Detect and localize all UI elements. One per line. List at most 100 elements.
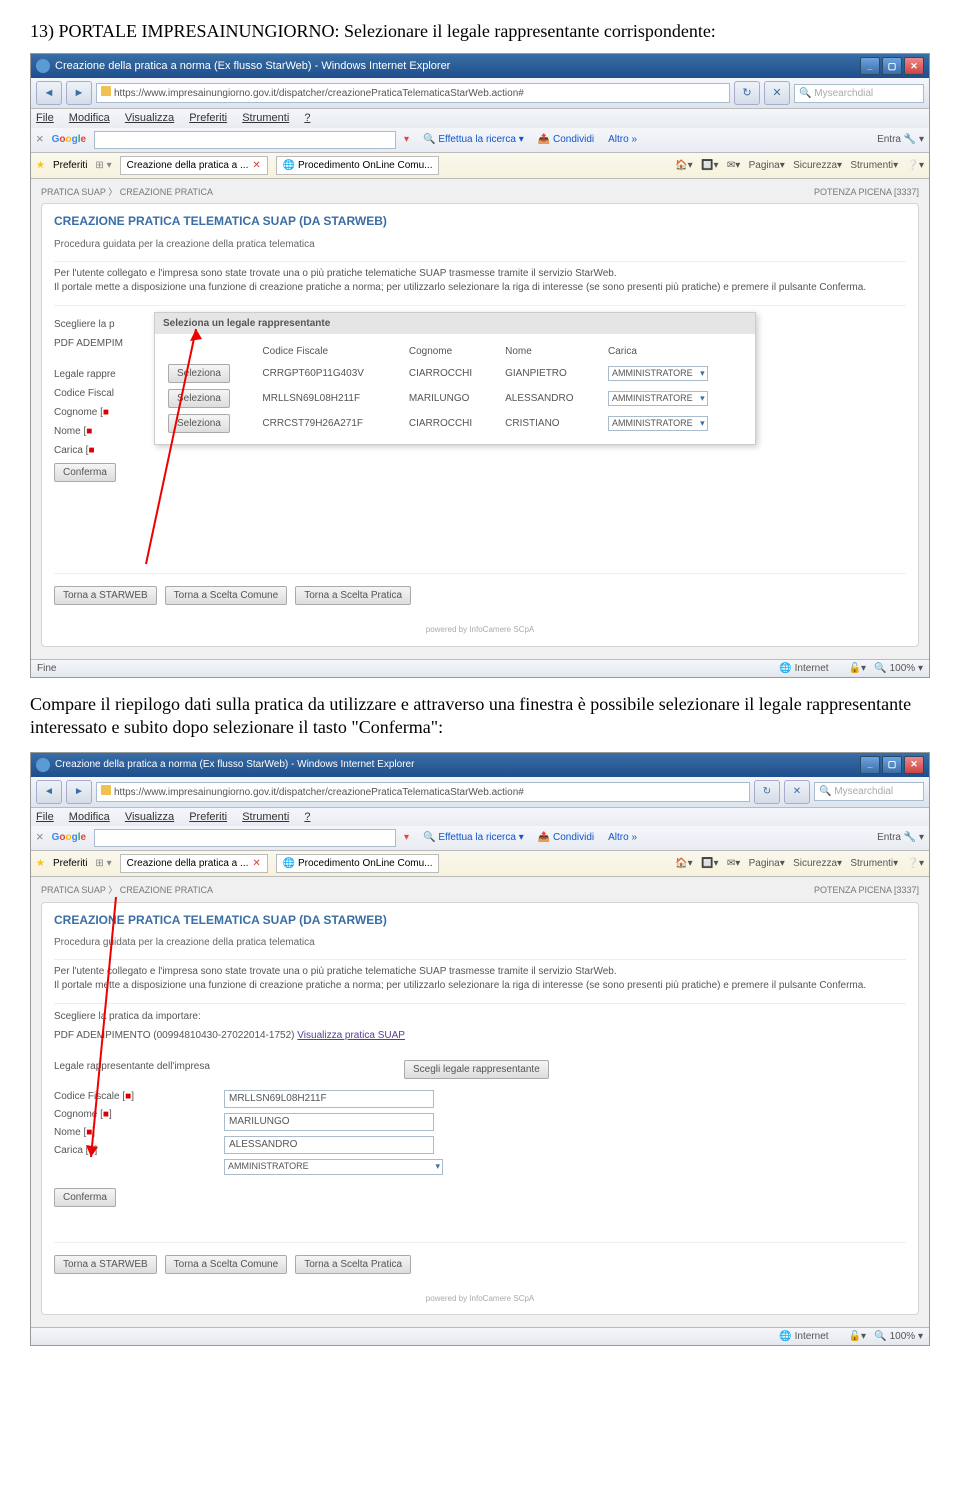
maximize-button[interactable]: ▢ bbox=[882, 57, 902, 75]
menu-modifica[interactable]: Modifica bbox=[69, 112, 110, 124]
screenshot-1: Creazione della pratica a norma (Ex flus… bbox=[30, 53, 930, 677]
cognome-input[interactable]: MARILUNGO bbox=[224, 1113, 434, 1131]
zoom-level[interactable]: 100% bbox=[890, 663, 916, 674]
close-button[interactable]: ✕ bbox=[904, 57, 924, 75]
select-rappresentante-modal: Seleziona un legale rappresentante Codic… bbox=[154, 312, 756, 445]
cf-input[interactable]: MRLLSN69L08H211F bbox=[224, 1090, 434, 1108]
stop-button[interactable]: ✕ bbox=[764, 81, 790, 105]
carica-select[interactable]: AMMINISTRATORE bbox=[608, 366, 708, 382]
torna-pratica-button[interactable]: Torna a Scelta Pratica bbox=[295, 586, 411, 605]
page-menu[interactable]: Pagina bbox=[749, 858, 780, 869]
page-menu[interactable]: Pagina bbox=[749, 160, 780, 171]
breadcrumb[interactable]: CREAZIONE PRATICA bbox=[120, 187, 213, 197]
panel-subtitle: Procedura guidata per la creazione della… bbox=[54, 238, 906, 251]
help-icon[interactable]: ❔▾ bbox=[907, 160, 924, 171]
refresh-button[interactable]: ↻ bbox=[754, 780, 780, 804]
menu-visualizza[interactable]: Visualizza bbox=[125, 811, 174, 823]
menu-strumenti[interactable]: Strumenti bbox=[242, 811, 289, 823]
entra-link[interactable]: Entra 🔧 ▾ bbox=[877, 133, 924, 146]
menu-file[interactable]: File bbox=[36, 811, 54, 823]
share-link[interactable]: 📤 Condividi bbox=[538, 831, 594, 844]
maximize-button[interactable]: ▢ bbox=[882, 756, 902, 774]
feed-icon[interactable]: 🔲▾ bbox=[701, 858, 718, 869]
security-menu[interactable]: Sicurezza bbox=[793, 858, 837, 869]
form-labels: Scegliere la p PDF ADEMPIM Legale rappre… bbox=[54, 312, 149, 488]
home-icon[interactable]: 🏠▾ bbox=[675, 858, 692, 869]
tab-2[interactable]: 🌐 Procedimento OnLine Comu... bbox=[276, 854, 440, 873]
do-search-link[interactable]: 🔍 Effettua la ricerca ▾ bbox=[423, 133, 524, 146]
menu-visualizza[interactable]: Visualizza bbox=[125, 112, 174, 124]
menu-bar[interactable]: File Modifica Visualizza Preferiti Strum… bbox=[31, 808, 929, 826]
search-box[interactable]: 🔍 Mysearchdial bbox=[814, 782, 924, 801]
scegli-legale-button[interactable]: Scegli legale rappresentante bbox=[404, 1060, 549, 1079]
favorites-label: Preferiti bbox=[53, 159, 87, 172]
help-icon[interactable]: ❔▾ bbox=[907, 858, 924, 869]
tools-menu[interactable]: Strumenti bbox=[850, 858, 893, 869]
menu-strumenti[interactable]: Strumenti bbox=[242, 112, 289, 124]
zoom-level[interactable]: 100% bbox=[890, 1331, 916, 1342]
refresh-button[interactable]: ↻ bbox=[734, 81, 760, 105]
feed-icon[interactable]: 🔲▾ bbox=[701, 160, 718, 171]
forward-button[interactable]: ► bbox=[66, 81, 92, 105]
google-search-input[interactable] bbox=[94, 829, 396, 847]
more-link[interactable]: Altro » bbox=[608, 831, 637, 844]
tab-1[interactable]: Creazione della pratica a ...✕ bbox=[120, 156, 268, 175]
nome-input[interactable]: ALESSANDRO bbox=[224, 1136, 434, 1154]
seleziona-button[interactable]: Seleziona bbox=[168, 389, 230, 408]
address-bar[interactable]: https://www.impresainungiorno.gov.it/dis… bbox=[96, 782, 750, 802]
home-icon[interactable]: 🏠▾ bbox=[675, 160, 692, 171]
visualizza-link[interactable]: Visualizza pratica SUAP bbox=[297, 1030, 405, 1041]
google-search-input[interactable] bbox=[94, 131, 396, 149]
back-button[interactable]: ◄ bbox=[36, 81, 62, 105]
torna-comune-button[interactable]: Torna a Scelta Comune bbox=[165, 586, 288, 605]
body-paragraph: Compare il riepilogo dati sulla pratica … bbox=[30, 693, 930, 740]
menu-help[interactable]: ? bbox=[304, 811, 310, 823]
mail-icon[interactable]: ✉▾ bbox=[727, 858, 740, 869]
menu-file[interactable]: File bbox=[36, 112, 54, 124]
share-link[interactable]: 📤 Condividi bbox=[538, 133, 594, 146]
torna-pratica-button[interactable]: Torna a Scelta Pratica bbox=[295, 1255, 411, 1274]
close-button[interactable]: ✕ bbox=[904, 756, 924, 774]
do-search-link[interactable]: 🔍 Effettua la ricerca ▾ bbox=[423, 831, 524, 844]
minimize-button[interactable]: _ bbox=[860, 57, 880, 75]
menu-bar[interactable]: File Modifica Visualizza Preferiti Strum… bbox=[31, 109, 929, 127]
seleziona-button[interactable]: Seleziona bbox=[168, 414, 230, 433]
mail-icon[interactable]: ✉▾ bbox=[727, 160, 740, 171]
menu-preferiti[interactable]: Preferiti bbox=[189, 112, 227, 124]
breadcrumb[interactable]: CREAZIONE PRATICA bbox=[120, 885, 213, 895]
carica-select[interactable]: AMMINISTRATORE bbox=[608, 391, 708, 407]
conferma-button[interactable]: Conferma bbox=[54, 463, 116, 482]
minimize-button[interactable]: _ bbox=[860, 756, 880, 774]
torna-starweb-button[interactable]: Torna a STARWEB bbox=[54, 586, 157, 605]
google-toolbar: × Google ▾ 🔍 Effettua la ricerca ▾ 📤 Con… bbox=[31, 128, 929, 153]
main-panel: CREAZIONE PRATICA TELEMATICA SUAP (DA ST… bbox=[41, 902, 919, 1316]
search-box[interactable]: 🔍 Mysearchdial bbox=[794, 84, 924, 103]
seleziona-button[interactable]: Seleziona bbox=[168, 364, 230, 383]
star-icon[interactable]: ★ bbox=[36, 857, 45, 870]
carica-select[interactable]: AMMINISTRATORE bbox=[608, 416, 708, 432]
forward-button[interactable]: ► bbox=[66, 780, 92, 804]
back-button[interactable]: ◄ bbox=[36, 780, 62, 804]
close-icon[interactable]: × bbox=[36, 131, 44, 148]
breadcrumb[interactable]: PRATICA SUAP bbox=[41, 885, 106, 895]
torna-starweb-button[interactable]: Torna a STARWEB bbox=[54, 1255, 157, 1274]
conferma-button[interactable]: Conferma bbox=[54, 1188, 116, 1207]
more-link[interactable]: Altro » bbox=[608, 133, 637, 146]
address-bar[interactable]: https://www.impresainungiorno.gov.it/dis… bbox=[96, 83, 730, 103]
menu-help[interactable]: ? bbox=[304, 112, 310, 124]
window-titlebar: Creazione della pratica a norma (Ex flus… bbox=[31, 753, 929, 777]
tab-1[interactable]: Creazione della pratica a ...✕ bbox=[120, 854, 268, 873]
torna-comune-button[interactable]: Torna a Scelta Comune bbox=[165, 1255, 288, 1274]
menu-modifica[interactable]: Modifica bbox=[69, 811, 110, 823]
carica-select[interactable]: AMMINISTRATORE bbox=[224, 1159, 443, 1175]
tools-menu[interactable]: Strumenti bbox=[850, 160, 893, 171]
stop-button[interactable]: ✕ bbox=[784, 780, 810, 804]
star-icon[interactable]: ★ bbox=[36, 159, 45, 172]
menu-preferiti[interactable]: Preferiti bbox=[189, 811, 227, 823]
close-icon[interactable]: × bbox=[36, 829, 44, 846]
breadcrumb[interactable]: PRATICA SUAP bbox=[41, 187, 106, 197]
tab-2[interactable]: 🌐 Procedimento OnLine Comu... bbox=[276, 156, 440, 175]
security-menu[interactable]: Sicurezza bbox=[793, 160, 837, 171]
status-bar: Fine 🌐Internet 🔓▾ 🔍 100% ▾ bbox=[31, 659, 929, 677]
entra-link[interactable]: Entra 🔧 ▾ bbox=[877, 831, 924, 844]
